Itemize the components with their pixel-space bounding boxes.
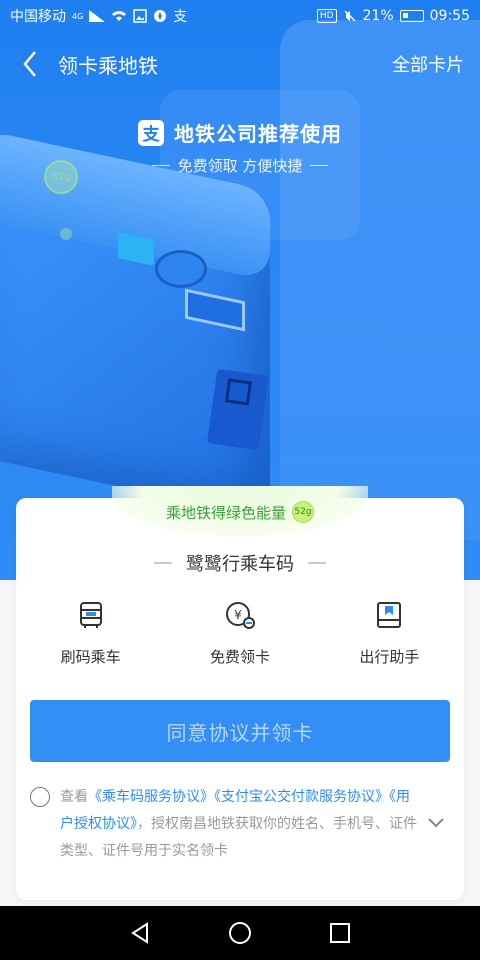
image-icon <box>133 9 148 23</box>
signal-icon <box>89 10 106 22</box>
bus-icon <box>74 598 108 632</box>
all-cards-link[interactable]: 全部卡片 <box>392 51 464 77</box>
battery-icon <box>399 10 424 22</box>
feature-label: 免费领卡 <box>209 648 270 666</box>
mute-icon <box>343 10 356 22</box>
agreement-section: 查看《乘车码服务协议》《支付宝公交付款服务协议》《用户授权协议》，授权南昌地铁获… <box>30 784 450 865</box>
top-nav: 领卡乘地铁 全部卡片 <box>0 40 480 88</box>
alipay-status-icon: 支 <box>173 9 188 25</box>
square-recents-icon <box>330 923 350 943</box>
link-ride-code-agreement[interactable]: 《乘车码服务协议》 <box>88 789 214 805</box>
svg-text:¥: ¥ <box>234 608 242 622</box>
feature-item: ¥ 免费领卡 <box>165 598 314 667</box>
feature-label: 出行助手 <box>359 648 420 666</box>
agreement-text: 查看《乘车码服务协议》《支付宝公交付款服务协议》《用户授权协议》，授权南昌地铁获… <box>60 784 420 865</box>
back-button[interactable] <box>6 40 54 88</box>
feature-label: 刷码乘车 <box>60 648 121 666</box>
agreement-prefix: 查看 <box>60 789 88 805</box>
promo-subtitle: 免费领取 方便快捷 <box>177 157 303 175</box>
nav-recents-button[interactable] <box>322 915 358 951</box>
alipay-logo-icon: 支 <box>138 119 164 146</box>
status-bar: 中国移动 4G 支 HD 21% 09:55 <box>0 0 480 32</box>
card-title: 鹭鹭行乘车码 <box>16 550 464 576</box>
nav-home-button[interactable] <box>222 915 258 951</box>
feature-list: 刷码乘车 ¥ 免费领卡 出行助手 <box>16 598 464 667</box>
network-label: 4G <box>72 11 84 21</box>
gate-scanner <box>155 250 207 288</box>
agree-and-claim-button[interactable]: 同意协议并领卡 <box>30 700 450 762</box>
circle-home-icon <box>229 922 251 944</box>
card-illustration <box>207 368 269 451</box>
energy-banner: 乘地铁得绿色能量 52g <box>16 501 464 523</box>
battery-percent: 21% <box>362 8 394 24</box>
energy-text: 乘地铁得绿色能量 <box>165 503 286 522</box>
link-alipay-bus-payment-agreement[interactable]: 《支付宝公交付款服务协议》 <box>214 789 389 805</box>
chevron-down-icon[interactable] <box>426 812 446 832</box>
triangle-back-icon <box>131 922 148 944</box>
promo-header: 支 地铁公司推荐使用 免费领取 方便快捷 <box>0 118 480 176</box>
feature-item: 出行助手 <box>315 598 464 667</box>
nav-back-button[interactable] <box>122 915 158 951</box>
system-nav-bar <box>0 906 480 960</box>
hd-badge: HD <box>316 9 337 23</box>
energy-bubble-small <box>60 228 72 240</box>
agreement-checkbox[interactable] <box>30 787 50 807</box>
feature-item: 刷码乘车 <box>16 598 165 667</box>
card-title-text: 鹭鹭行乘车码 <box>186 554 294 575</box>
wifi-icon <box>112 11 127 21</box>
carrier-label: 中国移动 <box>10 9 66 25</box>
card-panel: 乘地铁得绿色能量 52g 鹭鹭行乘车码 刷码乘车 ¥ 免费领卡 出行助手 同意协… <box>16 486 464 900</box>
free-card-icon: ¥ <box>223 598 257 632</box>
page-title: 领卡乘地铁 <box>58 53 158 78</box>
travel-assistant-icon <box>372 598 406 632</box>
clock: 09:55 <box>429 8 470 24</box>
promo-title: 地铁公司推荐使用 <box>174 122 342 146</box>
compass-icon <box>154 10 167 22</box>
chevron-left-icon <box>23 51 36 77</box>
energy-badge: 52g <box>292 501 314 523</box>
